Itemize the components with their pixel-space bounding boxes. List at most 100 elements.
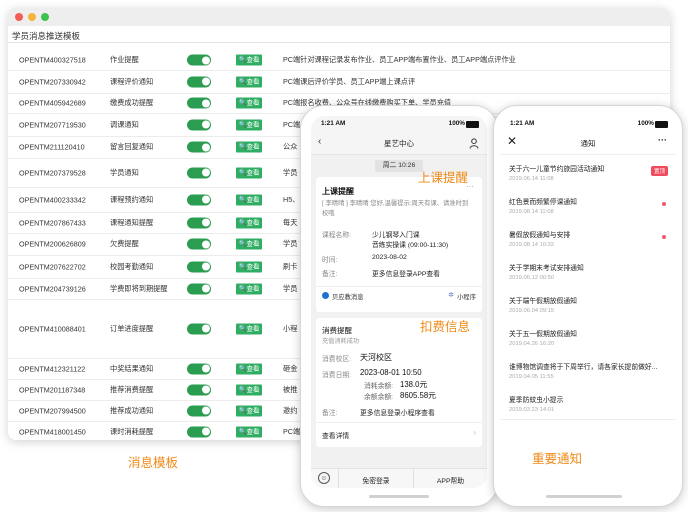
password-free-login-button[interactable]: 免密登录 bbox=[339, 475, 413, 485]
view-detail-link[interactable]: 查看详情 bbox=[322, 430, 349, 440]
payment-note-label: 备注: bbox=[322, 410, 338, 417]
notice-date: 2019.06.14 11:08 bbox=[509, 176, 554, 182]
notice-item[interactable]: 夏季防蚊虫小提示 2019.03.23 14:01 bbox=[500, 386, 676, 420]
view-button[interactable]: 🔍查看 bbox=[236, 217, 262, 228]
template-code: OPENTM207330942 bbox=[19, 77, 86, 86]
notice-item[interactable]: 关于端午假期放假通知 2019.06.04 09:15 bbox=[500, 287, 676, 321]
status-bar: 1:21 AM 100% bbox=[311, 116, 487, 132]
source-logo-icon bbox=[322, 292, 329, 299]
class-reminder-card[interactable]: 上课提醒 ··· [ 李晴晴 ] 李晴晴 您好,温馨提示:周天有课、请准时到校哦… bbox=[316, 177, 482, 312]
view-button[interactable]: 🔍查看 bbox=[236, 194, 262, 205]
enable-toggle[interactable] bbox=[187, 323, 211, 334]
template-description: 学员 bbox=[283, 239, 298, 248]
maximize-dot-icon[interactable] bbox=[41, 13, 49, 21]
view-button[interactable]: 🔍查看 bbox=[236, 283, 262, 294]
notice-item[interactable]: 关于学期末考试安排通知 2019.06.12 00:50 bbox=[500, 254, 676, 288]
template-name: 推荐成功通知 bbox=[110, 405, 154, 415]
view-button[interactable]: 🔍查看 bbox=[236, 363, 262, 374]
view-button[interactable]: 🔍查看 bbox=[236, 238, 262, 250]
template-description: PC端课后评价学员、员工APP端上课点评 bbox=[283, 76, 416, 86]
unread-dot-icon bbox=[662, 235, 666, 239]
caption-class-reminder: 上课提醒 bbox=[418, 171, 469, 185]
course-value: 少儿钢琴入门课 bbox=[372, 232, 420, 239]
notice-item[interactable]: 红色景而频繁停课通知 2019.08.14 11:08 bbox=[500, 188, 676, 222]
template-description: 被推 bbox=[283, 384, 298, 394]
view-button[interactable]: 🔍查看 bbox=[236, 323, 262, 334]
view-button[interactable]: 🔍查看 bbox=[236, 76, 262, 87]
template-code: OPENTM400233342 bbox=[19, 195, 86, 204]
template-description: PC端 bbox=[283, 119, 301, 129]
view-button[interactable]: 🔍查看 bbox=[236, 97, 262, 109]
minimize-dot-icon[interactable] bbox=[28, 13, 36, 21]
view-button[interactable]: 🔍查看 bbox=[236, 167, 262, 178]
template-name: 课程通知提醒 bbox=[110, 217, 154, 227]
enable-toggle[interactable] bbox=[187, 426, 211, 437]
template-code: OPENTM207867433 bbox=[19, 218, 86, 227]
payment-card[interactable]: 消费提醒 充值消耗成功 消费校区: 天河校区 消费日期: 2023-08-01 … bbox=[316, 318, 482, 447]
nav-bar: ✕ 通知 ··· bbox=[500, 132, 676, 155]
more-icon[interactable]: ··· bbox=[658, 135, 667, 145]
enable-toggle[interactable] bbox=[187, 384, 211, 395]
close-dot-icon[interactable] bbox=[15, 13, 23, 21]
template-name: 留言回复通知 bbox=[110, 142, 154, 151]
enable-toggle[interactable] bbox=[187, 97, 211, 109]
template-code: OPENTM400327518 bbox=[19, 55, 86, 65]
view-button[interactable]: 🔍查看 bbox=[236, 141, 262, 153]
enable-toggle[interactable] bbox=[187, 194, 211, 205]
battery-level: 100% bbox=[637, 120, 654, 127]
notice-title: 关于端午假期放假通知 bbox=[509, 298, 577, 305]
consume-value: 138.0元 bbox=[400, 380, 428, 389]
mini-program-label[interactable]: 小程序 bbox=[457, 292, 476, 301]
view-button[interactable]: 🔍查看 bbox=[236, 54, 262, 66]
caption-payment-info: 扣费信息 bbox=[420, 320, 471, 334]
view-button[interactable]: 🔍查看 bbox=[236, 119, 262, 130]
notice-item[interactable]: 谁博物馆调查将于下周举行，请各家长提前做好... 2019.04.05 11:55 bbox=[500, 353, 676, 387]
window-title: 学员消息推送模板 bbox=[12, 31, 81, 41]
view-button[interactable]: 🔍查看 bbox=[236, 405, 262, 416]
window-titlebar bbox=[8, 8, 670, 26]
nav-title: 星艺中心 bbox=[384, 139, 414, 148]
bottom-bar: ☺ 免密登录 APP帮助 bbox=[311, 468, 487, 488]
enable-toggle[interactable] bbox=[187, 238, 211, 250]
profile-icon[interactable] bbox=[469, 136, 479, 154]
template-code: OPENTM412321122 bbox=[19, 364, 86, 373]
status-time: 1:21 AM bbox=[321, 120, 346, 127]
phone-right: 1:21 AM 100% ✕ 通知 ··· 关于六一儿童节约旅园活动通知 2019… bbox=[493, 105, 683, 507]
enable-toggle[interactable] bbox=[187, 141, 211, 153]
notice-title: 红色景而频繁停课通知 bbox=[509, 199, 577, 206]
keyboard-icon[interactable]: ☺ bbox=[318, 472, 330, 484]
date-value: 2023-08-01 10:50 bbox=[360, 368, 422, 377]
date-chip: 周二 10:26 bbox=[375, 160, 423, 172]
notice-item[interactable]: 暑假放假通知与安排 2019.08.14 10:32 bbox=[500, 221, 676, 255]
enable-toggle[interactable] bbox=[187, 363, 211, 374]
enable-toggle[interactable] bbox=[187, 283, 211, 294]
pinned-badge: 置顶 bbox=[650, 166, 668, 176]
chevron-right-icon: › bbox=[473, 428, 476, 437]
enable-toggle[interactable] bbox=[187, 261, 211, 272]
view-button[interactable]: 🔍查看 bbox=[236, 261, 262, 272]
enable-toggle[interactable] bbox=[187, 119, 211, 130]
enable-toggle[interactable] bbox=[187, 76, 211, 87]
unread-dot-icon bbox=[662, 202, 666, 206]
template-name: 学费即将到期提醒 bbox=[110, 283, 168, 293]
caption-important-notice: 重要通知 bbox=[532, 452, 583, 466]
enable-toggle[interactable] bbox=[187, 217, 211, 228]
payment-note-value: 更多信息登录小程序查看 bbox=[360, 410, 435, 417]
enable-toggle[interactable] bbox=[187, 167, 211, 178]
notice-item[interactable]: 关于五一假期放假通知 2019.04.26 16:20 bbox=[500, 320, 676, 354]
app-help-button[interactable]: APP帮助 bbox=[414, 475, 487, 485]
divider bbox=[316, 422, 482, 423]
view-button[interactable]: 🔍查看 bbox=[236, 384, 262, 395]
template-code: OPENTM207379528 bbox=[19, 168, 86, 177]
battery-icon bbox=[466, 121, 479, 128]
enable-toggle[interactable] bbox=[187, 54, 211, 66]
notice-date: 2019.06.04 09:15 bbox=[509, 308, 555, 314]
notice-item[interactable]: 关于六一儿童节约旅园活动通知 2019.06.14 11:08 置顶 bbox=[500, 155, 676, 189]
mini-program-icon: ✲ bbox=[448, 292, 454, 299]
template-code: OPENTM204739126 bbox=[19, 284, 86, 293]
template-name: 订单进度提醒 bbox=[110, 323, 154, 333]
view-button[interactable]: 🔍查看 bbox=[236, 426, 262, 437]
enable-toggle[interactable] bbox=[187, 405, 211, 416]
template-description: 公众 bbox=[283, 142, 298, 151]
notice-title: 暑假放假通知与安排 bbox=[509, 232, 571, 239]
